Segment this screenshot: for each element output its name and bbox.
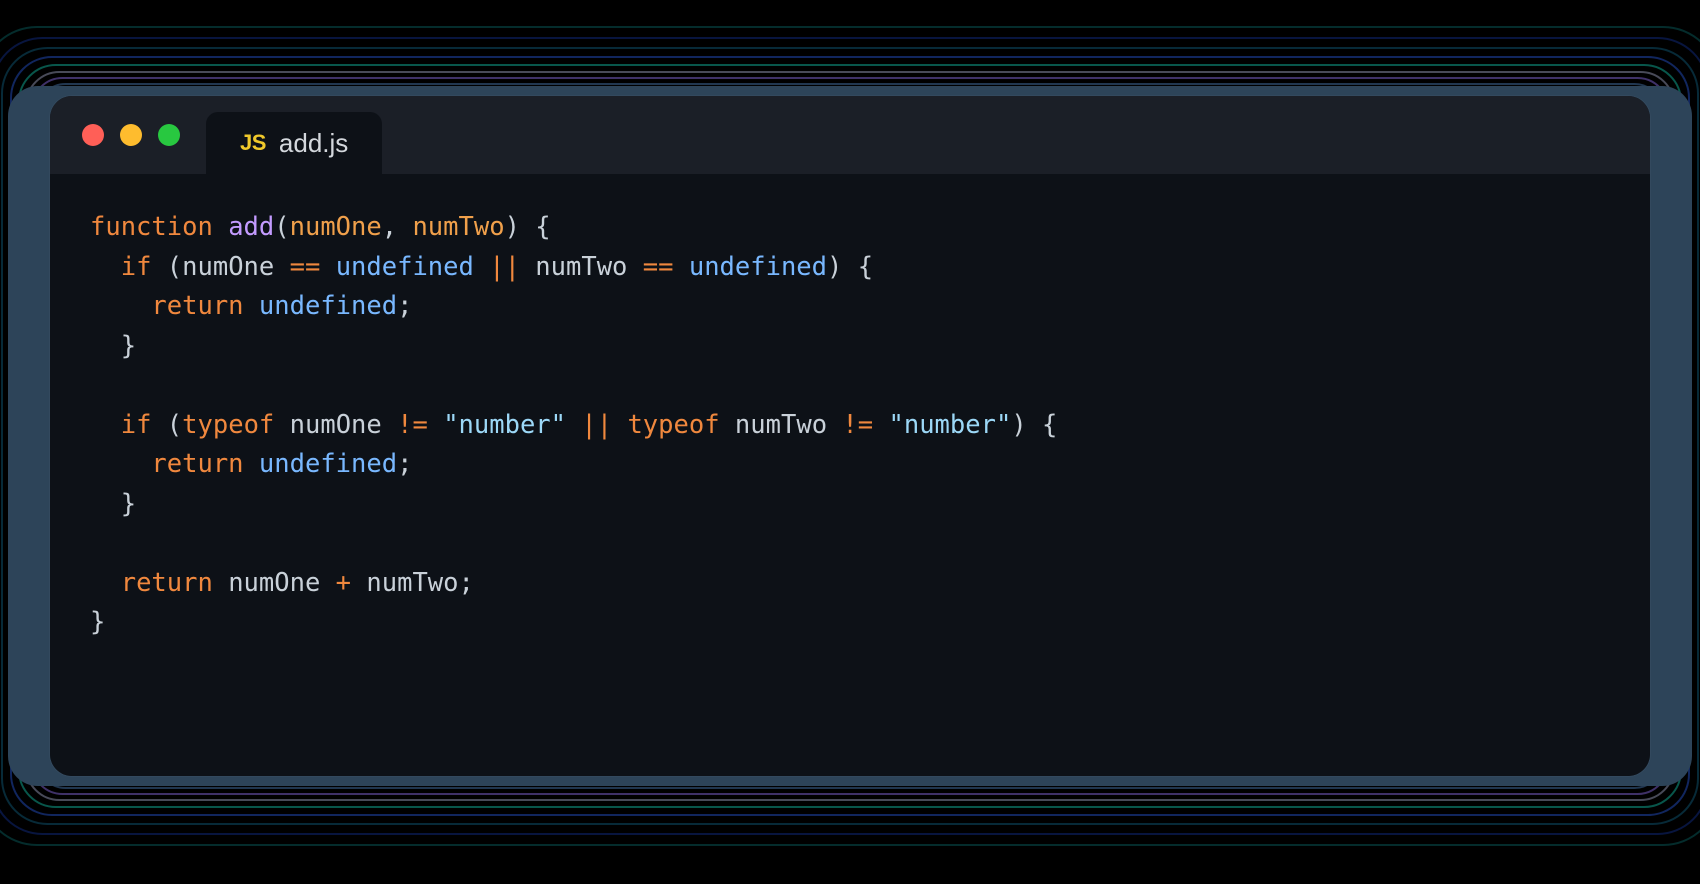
code-token: (	[151, 409, 183, 440]
code-line: if (typeof numOne != "number" || typeof …	[90, 406, 1610, 446]
code-token: (numOne	[151, 251, 290, 282]
screen: JS add.js function add(numOne, numTwo) {…	[0, 0, 1700, 884]
minimize-window-button[interactable]	[120, 124, 142, 146]
code-token: numTwo	[519, 251, 643, 282]
code-line: return numOne + numTwo;	[90, 564, 1610, 604]
code-token: numOne	[212, 567, 336, 598]
javascript-file-icon: JS	[240, 130, 266, 155]
code-line: if (numOne == undefined || numTwo == und…	[90, 248, 1610, 288]
code-token: ,	[381, 212, 413, 242]
code-token: }	[90, 330, 137, 361]
code-token: numTwo	[412, 212, 505, 242]
code-token: function	[90, 212, 213, 242]
code-token: typeof	[627, 409, 720, 440]
code-token: numOne	[289, 212, 382, 242]
source-code[interactable]: function add(numOne, numTwo) { if (numOn…	[50, 208, 1650, 643]
code-line: }	[90, 327, 1610, 367]
code-editor-area[interactable]: function add(numOne, numTwo) { if (numOn…	[50, 174, 1650, 776]
code-line: }	[90, 603, 1610, 643]
editor-window: JS add.js function add(numOne, numTwo) {…	[50, 96, 1650, 776]
code-token: }	[90, 607, 106, 637]
code-line: }	[90, 485, 1610, 525]
window-titlebar: JS add.js	[50, 96, 1650, 174]
close-window-button[interactable]	[82, 124, 104, 146]
code-token: ) {	[827, 251, 874, 282]
tab-label: add.js	[278, 127, 349, 158]
code-token: ) {	[504, 212, 551, 242]
traffic-light-group	[50, 96, 206, 174]
code-token: ==	[289, 251, 321, 282]
code-token: +	[335, 567, 352, 598]
code-line: return undefined;	[90, 445, 1610, 485]
code-token: numOne	[274, 409, 398, 440]
code-token: "number"	[443, 409, 567, 440]
maximize-window-button[interactable]	[158, 124, 180, 146]
code-token: }	[90, 488, 137, 519]
code-token: return	[120, 567, 213, 598]
code-line: function add(numOne, numTwo) {	[90, 208, 1610, 248]
code-token: undefined	[258, 449, 398, 479]
code-token: !=	[397, 409, 428, 440]
code-token: ||	[581, 409, 613, 440]
code-token: numTwo	[719, 409, 843, 440]
code-token: ||	[489, 251, 520, 282]
code-token: return	[151, 449, 244, 479]
code-token: if	[120, 409, 152, 440]
code-token: ;	[397, 449, 413, 479]
code-token: "number"	[888, 409, 1012, 440]
code-token: if	[120, 251, 152, 282]
code-line: return undefined;	[90, 287, 1610, 327]
code-token: add	[228, 212, 275, 242]
code-token: undefined	[688, 251, 828, 282]
code-token: ==	[642, 251, 674, 282]
code-token: numTwo;	[351, 567, 474, 598]
code-token: (	[274, 212, 290, 242]
code-token: return	[151, 291, 244, 321]
code-token: undefined	[335, 251, 474, 282]
code-token: !=	[842, 409, 874, 440]
code-token: undefined	[258, 291, 398, 321]
code-token: ) {	[1011, 409, 1058, 440]
tab-add-js[interactable]: JS add.js	[206, 112, 383, 174]
code-token: typeof	[182, 409, 275, 440]
code-token: ;	[397, 291, 413, 321]
